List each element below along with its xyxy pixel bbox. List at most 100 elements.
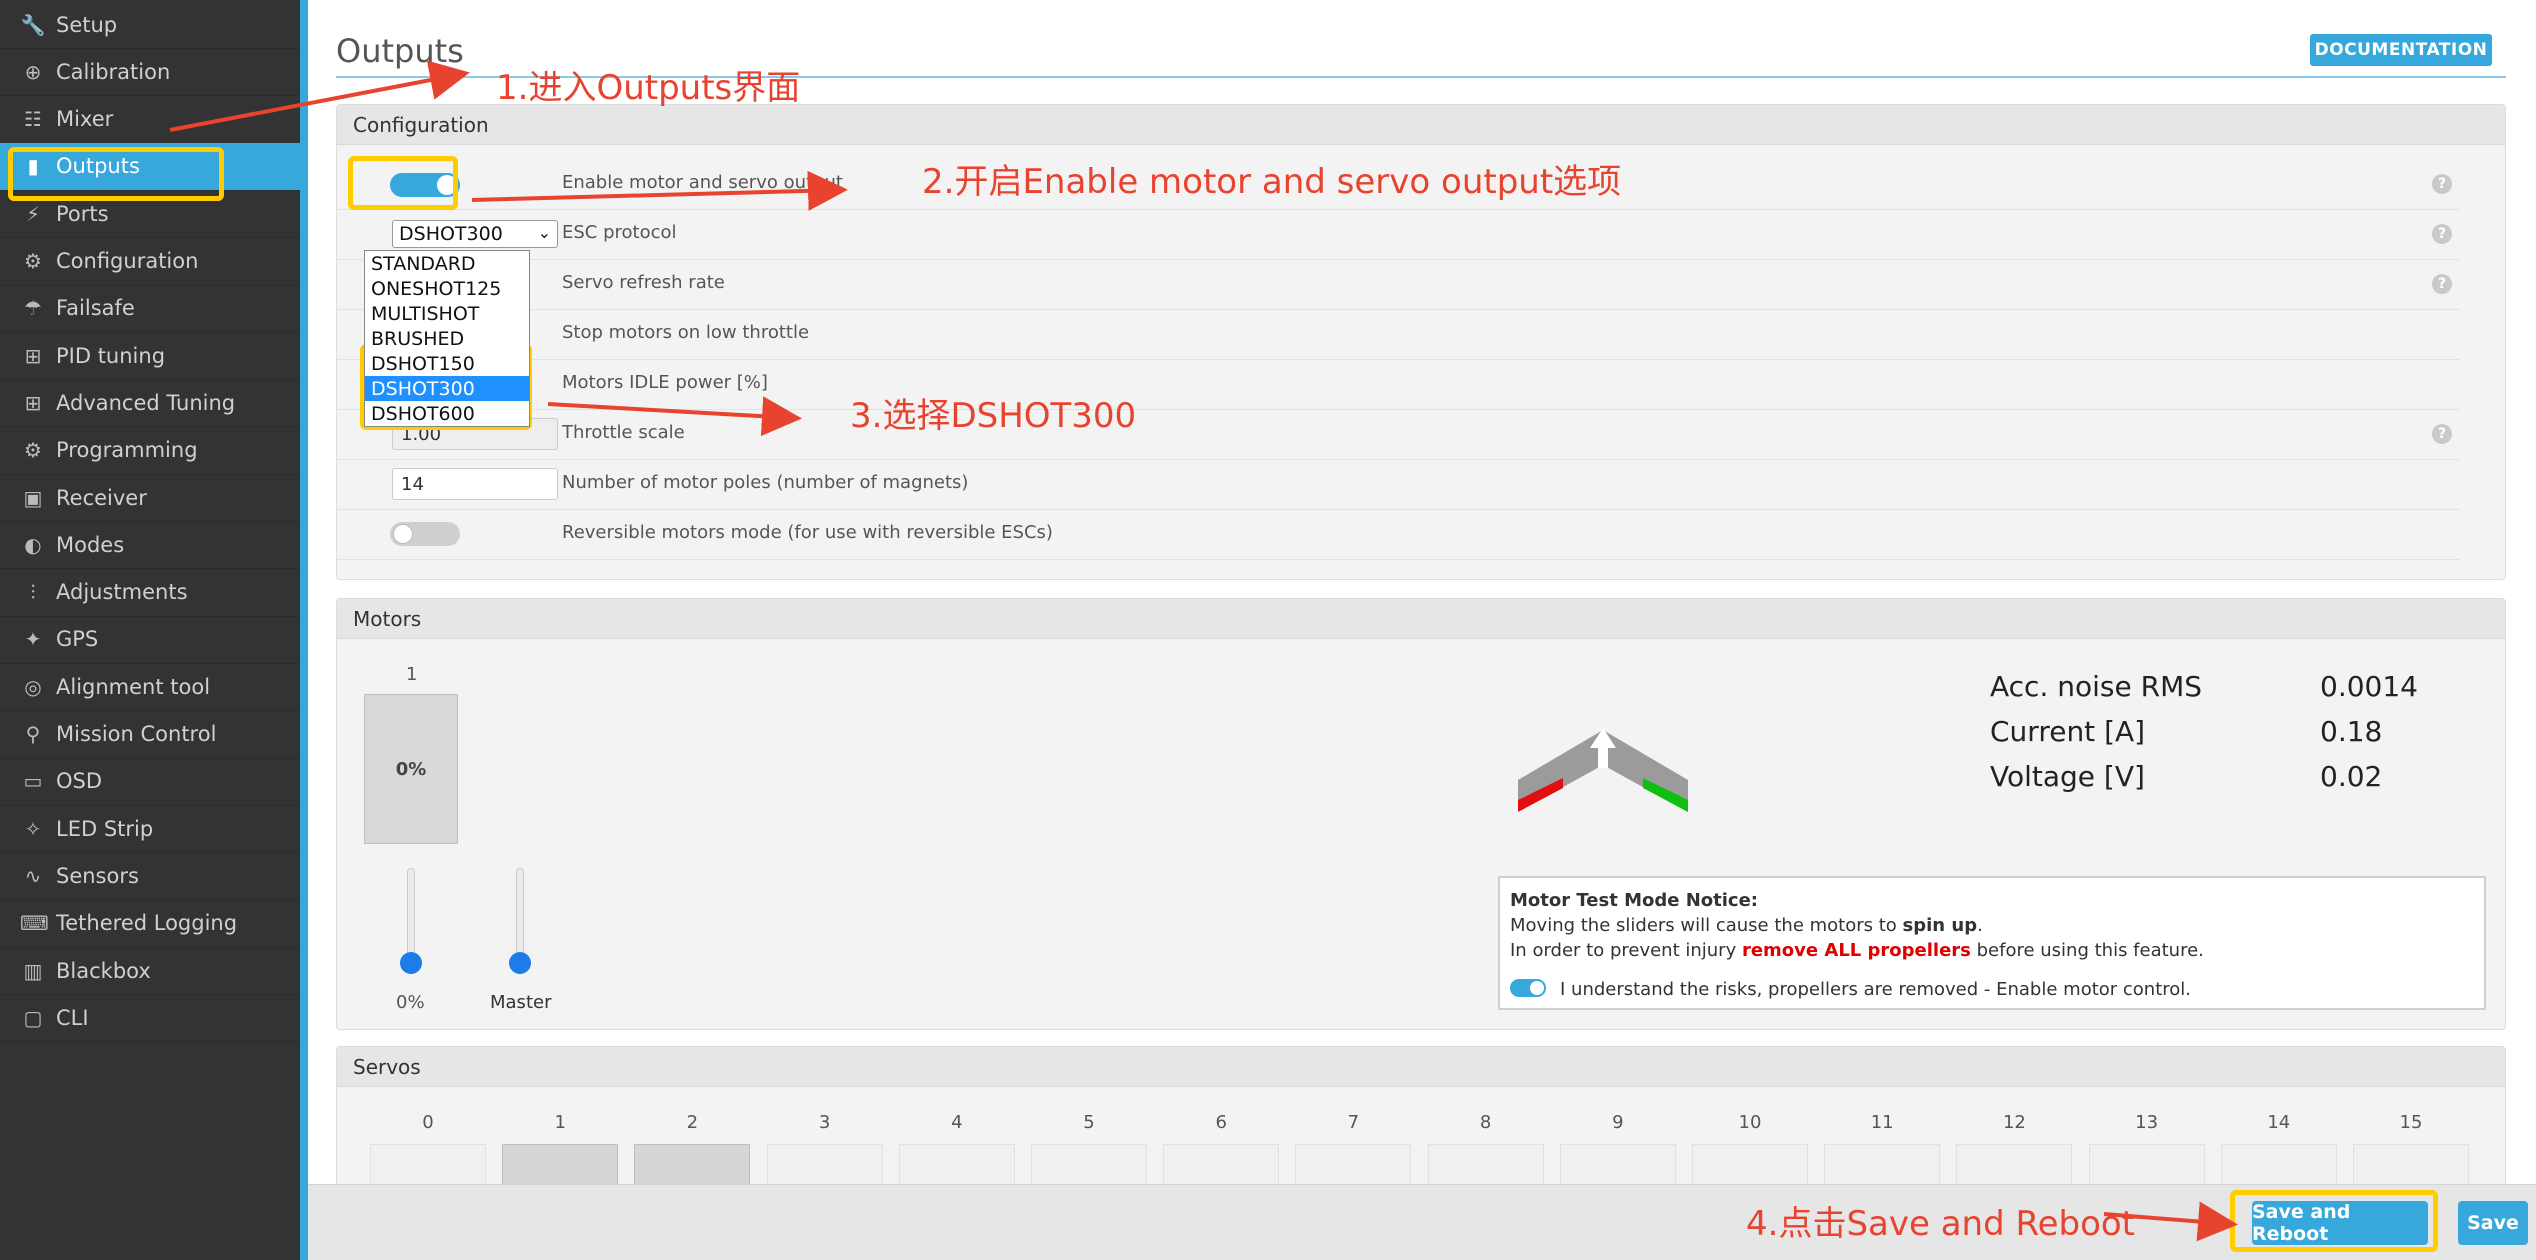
receiver-icon: ▣ bbox=[23, 485, 43, 510]
dropdown-option[interactable]: ONESHOT125 bbox=[365, 276, 529, 301]
dropdown-option[interactable]: DSHOT300 bbox=[365, 376, 529, 401]
sidebar-item-mixer[interactable]: ☷ Mixer bbox=[0, 96, 300, 144]
sidebar-item-led-strip[interactable]: ✧ LED Strip bbox=[0, 805, 300, 854]
dropdown-option[interactable]: BRUSHED bbox=[365, 326, 529, 351]
sidebar-item-configuration[interactable]: ⚙ Configuration bbox=[0, 238, 300, 286]
esc-protocol-select[interactable]: DSHOT300 ⌄ bbox=[392, 220, 558, 248]
help-icon[interactable]: ? bbox=[2432, 424, 2452, 444]
footer-bar: Save and Reboot Save bbox=[308, 1184, 2536, 1260]
motor-control-toggle[interactable] bbox=[1510, 979, 1546, 997]
compass-icon: ◎ bbox=[24, 674, 42, 699]
dropdown-option[interactable]: MULTISHOT bbox=[365, 301, 529, 326]
sidebar-item-alignment-tool[interactable]: ◎ Alignment tool bbox=[0, 663, 300, 712]
motor-poles-input[interactable]: 14 bbox=[392, 468, 558, 500]
sidebar-item-cli[interactable]: ▢ CLI bbox=[0, 994, 300, 1043]
sidebar-item-receiver[interactable]: ▣ Receiver bbox=[0, 474, 300, 522]
notice-text: In order to prevent injury bbox=[1510, 940, 1742, 961]
dropdown-option[interactable]: DSHOT600 bbox=[365, 401, 529, 426]
reversible-toggle[interactable] bbox=[390, 522, 460, 546]
mixer-icon: ☷ bbox=[24, 107, 42, 132]
pulse-icon: ∿ bbox=[24, 863, 42, 888]
notice-emphasis: spin up bbox=[1902, 915, 1978, 936]
servo-number: 11 bbox=[1870, 1112, 1894, 1133]
servo-number: 13 bbox=[2135, 1112, 2159, 1133]
sidebar-item-setup[interactable]: 🔧 Setup bbox=[0, 1, 300, 49]
sidebar-item-blackbox[interactable]: ▥ Blackbox bbox=[0, 947, 300, 995]
sidebar-item-modes[interactable]: ◐ Modes bbox=[0, 521, 300, 570]
sidebar-item-advanced-tuning[interactable]: ⊞ Advanced Tuning bbox=[0, 379, 300, 428]
stat-value: 0.0014 bbox=[2320, 670, 2418, 703]
sidebar-item-label: PID tuning bbox=[56, 343, 166, 368]
sidebar-item-label: Setup bbox=[56, 12, 118, 37]
toggle-knob bbox=[1530, 981, 1544, 995]
sitemap-icon: ⊞ bbox=[24, 343, 42, 368]
configuration-heading: Configuration bbox=[337, 105, 2505, 145]
servo-number: 3 bbox=[818, 1112, 831, 1133]
help-icon[interactable]: ? bbox=[2432, 174, 2452, 194]
osd-icon: ▭ bbox=[23, 769, 43, 794]
servo-output-box bbox=[2220, 1144, 2337, 1186]
servo-output-box bbox=[1163, 1144, 1280, 1186]
wrench-icon: 🔧 bbox=[20, 12, 46, 37]
toggle-icon: ◐ bbox=[24, 532, 42, 557]
sidebar-item-pid-tuning[interactable]: ⊞ PID tuning bbox=[0, 332, 300, 381]
master-slider-thumb[interactable] bbox=[509, 952, 531, 974]
servo-output-box bbox=[2088, 1144, 2205, 1186]
esc-protocol-dropdown: STANDARD ONESHOT125 MULTISHOT BRUSHED DSHOT1… bbox=[364, 250, 530, 427]
servo-number: 5 bbox=[1083, 1112, 1095, 1133]
motor-slider-thumb[interactable] bbox=[400, 952, 422, 974]
sidebar-item-label: Mixer bbox=[56, 107, 114, 132]
servo-number: 7 bbox=[1347, 1112, 1360, 1133]
notice-text: before using this feature. bbox=[1970, 940, 2204, 961]
sidebar-item-label: Adjustments bbox=[56, 580, 188, 605]
servo-number: 10 bbox=[1738, 1112, 1762, 1133]
sidebar-item-programming[interactable]: ⚙ Programming bbox=[0, 427, 300, 475]
sidebar-item-gps[interactable]: ✦ GPS bbox=[0, 616, 300, 664]
motor-slider-value: 0% bbox=[396, 992, 425, 1013]
sidebar-item-failsafe[interactable]: ☂ Failsafe bbox=[0, 285, 300, 333]
notice-warning: remove ALL propellers bbox=[1741, 940, 1971, 961]
annotation-step-1: 1.进入Outputs界面 bbox=[496, 68, 801, 108]
esc-protocol-value: DSHOT300 bbox=[399, 223, 503, 245]
annotation-step-2: 2.开启Enable motor and servo output选项 bbox=[922, 162, 1622, 202]
servo-output-box bbox=[766, 1144, 883, 1186]
help-icon[interactable]: ? bbox=[2432, 274, 2452, 294]
sidebar-item-label: Failsafe bbox=[56, 296, 135, 321]
sidebar-item-adjustments[interactable]: ⫶ Adjustments bbox=[0, 569, 300, 617]
dropdown-option[interactable]: STANDARD bbox=[365, 251, 529, 276]
plug-icon: ⚡ bbox=[25, 201, 41, 226]
servo-number: 4 bbox=[951, 1112, 963, 1133]
highlight-enable-toggle bbox=[348, 156, 458, 210]
servo-output-box bbox=[1559, 1144, 1676, 1186]
servo-output-box bbox=[370, 1144, 486, 1186]
sliders-icon: ⫶ bbox=[30, 580, 36, 605]
notice-consent-row: I understand the risks, propellers are r… bbox=[1510, 977, 2474, 1003]
reversible-label: Reversible motors mode (for use with rev… bbox=[562, 522, 1053, 543]
parachute-icon: ☂ bbox=[24, 296, 42, 321]
servo-number: 2 bbox=[686, 1112, 699, 1133]
config-row-idle-power: Motors IDLE power [%] bbox=[336, 360, 2460, 410]
servo-output-box bbox=[898, 1144, 1015, 1186]
satellite-icon: ✦ bbox=[24, 627, 42, 652]
sidebar-item-sensors[interactable]: ∿ Sensors bbox=[0, 852, 300, 901]
notice-line-1: Moving the sliders will cause the motors… bbox=[1510, 913, 2474, 938]
servo-number: 12 bbox=[2002, 1112, 2026, 1133]
stat-value: 0.18 bbox=[2320, 715, 2383, 748]
motor-control-consent-label: I understand the risks, propellers are r… bbox=[1560, 979, 2192, 1000]
sidebar-item-tethered-logging[interactable]: ⌨ Tethered Logging bbox=[0, 900, 300, 948]
sidebar-item-calibration[interactable]: ⊕ Calibration bbox=[0, 48, 300, 97]
help-icon[interactable]: ? bbox=[2432, 224, 2452, 244]
dropdown-option[interactable]: DSHOT150 bbox=[365, 351, 529, 376]
sidebar-item-osd[interactable]: ▭ OSD bbox=[0, 758, 300, 806]
sidebar-item-mission-control[interactable]: ⚲ Mission Control bbox=[0, 711, 300, 759]
servo-output-box bbox=[634, 1144, 751, 1186]
save-button[interactable]: Save bbox=[2458, 1201, 2528, 1245]
sidebar-item-label: Receiver bbox=[56, 485, 147, 510]
servo-output-box bbox=[2353, 1144, 2469, 1186]
documentation-button[interactable]: DOCUMENTATION bbox=[2310, 34, 2492, 66]
master-label: Master bbox=[490, 992, 552, 1013]
throttle-scale-label: Throttle scale bbox=[562, 422, 685, 443]
motor-output-bar: 0% bbox=[364, 694, 458, 844]
notice-line-2: In order to prevent injury remove ALL pr… bbox=[1510, 938, 2474, 963]
servo-refresh-label: Servo refresh rate bbox=[562, 272, 725, 293]
